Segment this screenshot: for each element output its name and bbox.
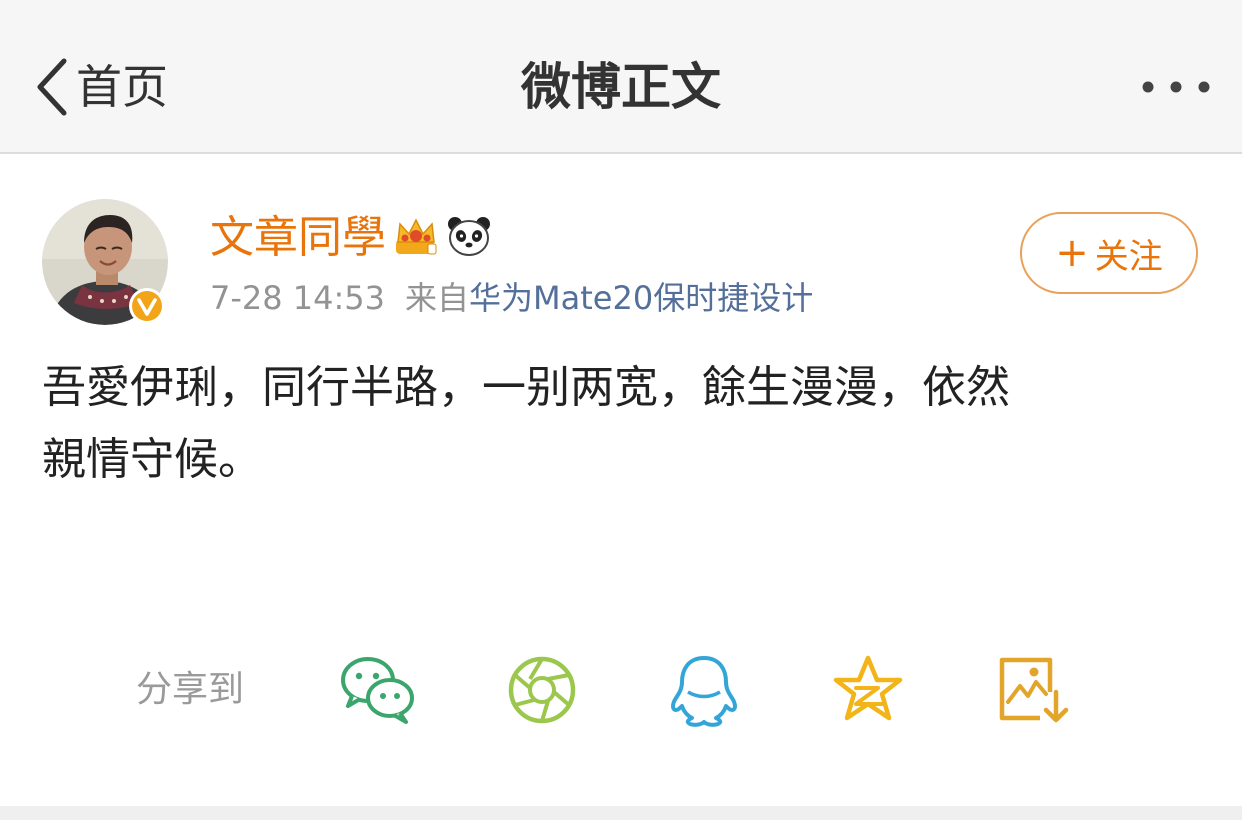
more-button[interactable] (1138, 70, 1218, 104)
follow-label: 关注 (1094, 236, 1163, 277)
post-body: 吾愛伊琍，同行半路，一别两宽，餘生漫漫，依然 親情守候。 (42, 352, 1202, 496)
crown-icon[interactable] (394, 216, 438, 260)
post-text-line: 親情守候。 (42, 434, 262, 485)
post-timestamp: 7-28 14:53 (210, 279, 386, 317)
share-save-image-button[interactable] (994, 652, 1074, 728)
username[interactable]: 文章同學 (210, 208, 386, 268)
bottom-divider (0, 806, 1242, 820)
verified-v-icon (129, 288, 165, 324)
moments-icon (508, 656, 576, 724)
save-image-icon (999, 657, 1069, 723)
qq-icon (671, 656, 737, 727)
plus-icon: + (1055, 230, 1089, 276)
share-qzone-button[interactable] (828, 652, 908, 728)
follow-button[interactable]: + 关注 (1020, 212, 1198, 294)
share-moments-button[interactable] (504, 652, 584, 728)
panda-icon[interactable] (446, 214, 492, 262)
post-text-line: 吾愛伊琍，同行半路，一别两宽，餘生漫漫，依然 (42, 362, 1010, 413)
share-label: 分享到 (136, 669, 245, 710)
share-qq-button[interactable] (664, 652, 744, 728)
post-meta: 7-28 14:53 来自华为Mate20保时捷设计 (210, 275, 813, 321)
navigation-bar: 首页 微博正文 (0, 0, 1242, 154)
source-prefix: 来自 (405, 279, 470, 317)
source-device-link[interactable]: 华为Mate20保时捷设计 (469, 279, 813, 317)
qzone-icon (833, 655, 903, 721)
wechat-icon (341, 657, 414, 724)
share-wechat-button[interactable] (338, 652, 418, 728)
more-dots-icon (1142, 81, 1210, 93)
username-row: 文章同學 (210, 208, 492, 268)
page-title: 微博正文 (521, 58, 721, 116)
avatar[interactable] (42, 199, 168, 325)
